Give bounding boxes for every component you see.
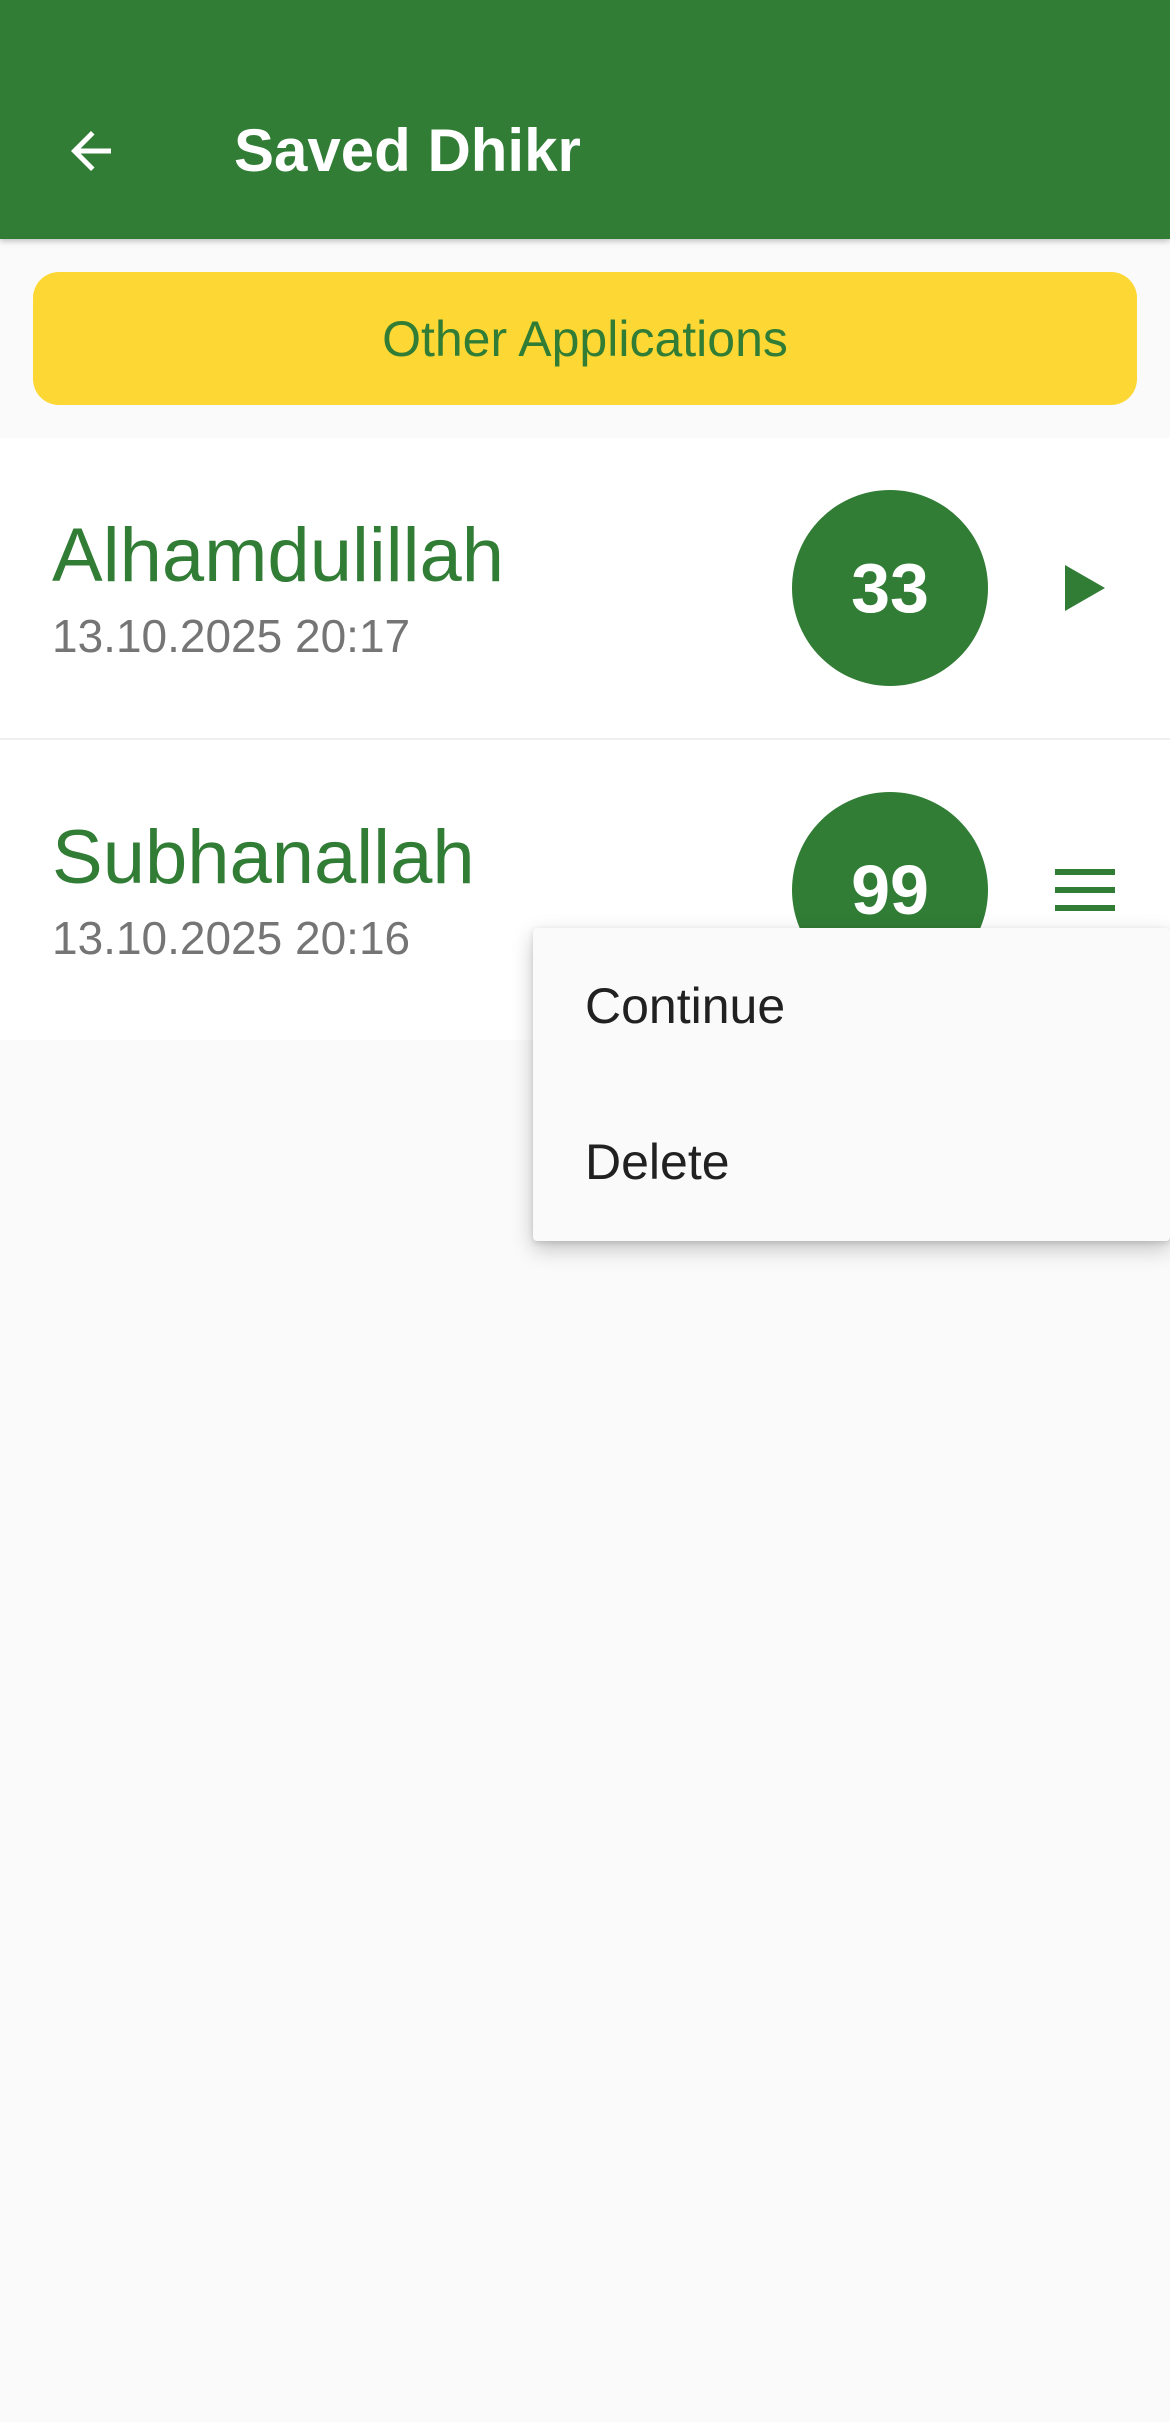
page-title: Saved Dhikr [234, 117, 581, 184]
dhikr-date: 13.10.2025 20:16 [52, 912, 411, 964]
play-icon [1065, 565, 1105, 611]
app-bar: Saved Dhikr [0, 0, 1170, 239]
dhikr-title: Alhamdulillah [52, 513, 505, 598]
arrow-left-icon [71, 131, 111, 171]
count-badge: 33 [792, 490, 988, 686]
list-item[interactable]: Alhamdulillah 13.10.2025 20:17 33 [0, 438, 1170, 738]
dhikr-title: Subhanallah [52, 815, 475, 900]
dhikr-date: 13.10.2025 20:17 [52, 610, 411, 662]
menu-item-continue[interactable]: Continue [533, 928, 1170, 1084]
menu-button[interactable] [1040, 845, 1130, 935]
play-button[interactable] [1040, 543, 1130, 633]
popup-menu: Continue Delete [533, 928, 1170, 1241]
back-button[interactable] [45, 105, 137, 197]
other-applications-button[interactable]: Other Applications [33, 272, 1137, 405]
menu-item-delete[interactable]: Delete [533, 1084, 1170, 1240]
menu-icon [1055, 869, 1115, 911]
